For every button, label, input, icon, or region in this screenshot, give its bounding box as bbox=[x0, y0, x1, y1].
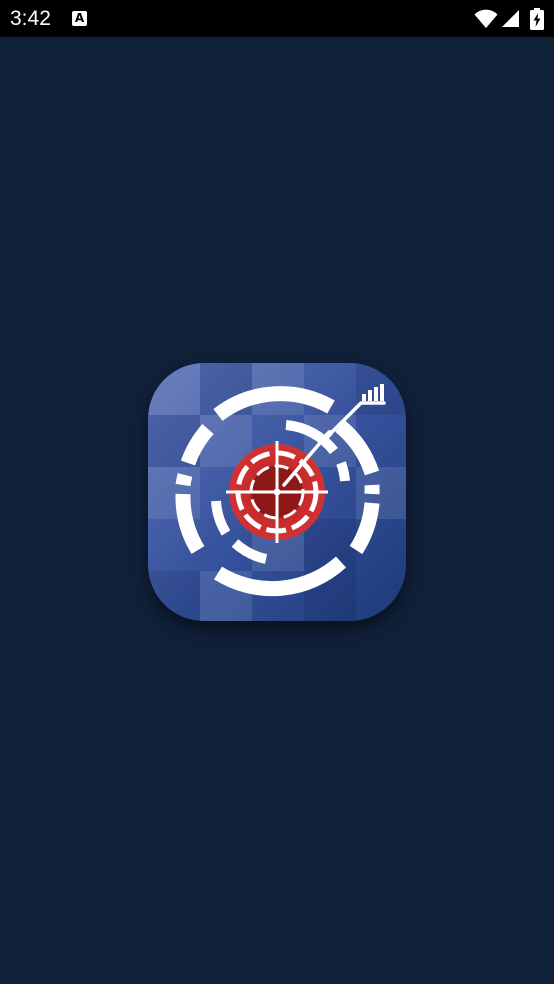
wifi-icon bbox=[474, 9, 498, 28]
status-bar: 3:42 A bbox=[0, 0, 554, 37]
notification-app-icon: A bbox=[72, 11, 87, 26]
target-crosshair-analytics-icon bbox=[148, 363, 406, 621]
battery-charging-icon bbox=[530, 8, 544, 30]
notification-glyph: A bbox=[74, 11, 85, 25]
status-time: 3:42 bbox=[10, 7, 51, 30]
cell-signal-icon bbox=[502, 10, 519, 27]
app-logo bbox=[148, 363, 406, 621]
